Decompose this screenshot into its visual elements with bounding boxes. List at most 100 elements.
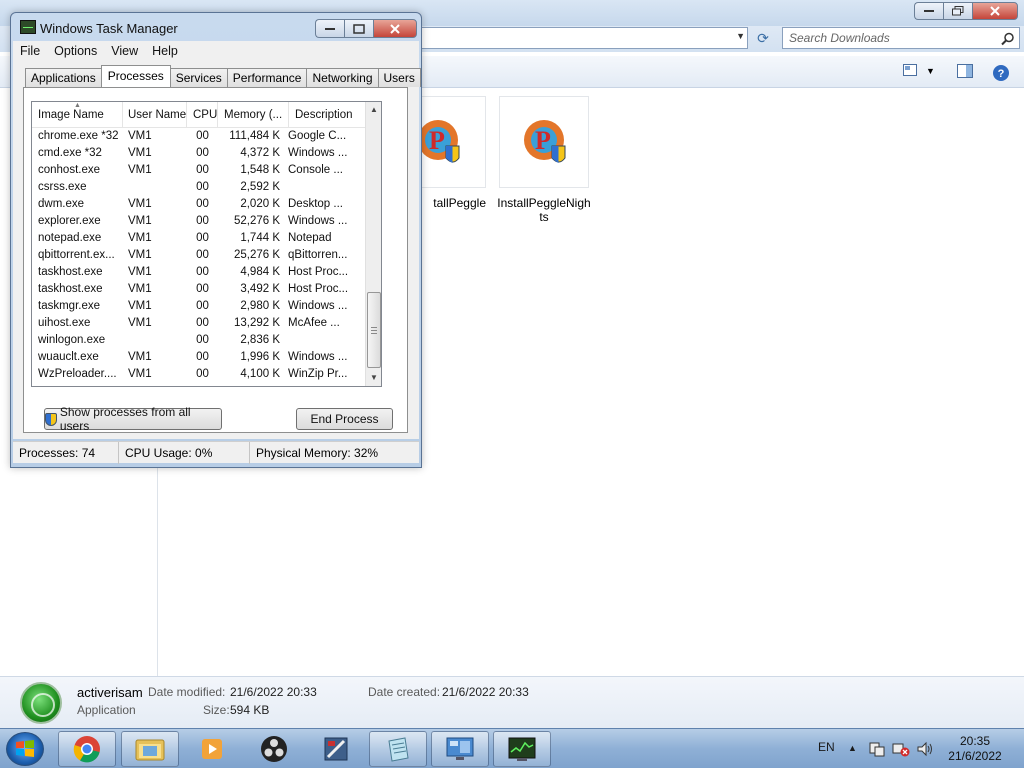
- obs-icon: [261, 736, 287, 762]
- process-name: dwm.exe: [38, 198, 85, 210]
- close-icon: [390, 23, 400, 34]
- column-label: Image Name: [38, 109, 104, 121]
- taskbar-obs-button[interactable]: [245, 731, 303, 767]
- column-image-name[interactable]: ▲ Image Name: [32, 102, 123, 128]
- file-name: InstallPeggleNights: [497, 196, 591, 224]
- tab-services[interactable]: Services: [169, 68, 228, 87]
- process-name: chrome.exe *32: [38, 130, 119, 142]
- chevron-down-icon[interactable]: ▼: [736, 31, 745, 41]
- tab-applications[interactable]: Applications: [25, 68, 102, 87]
- minimize-button[interactable]: [914, 2, 943, 20]
- svg-text:?: ?: [998, 68, 1005, 80]
- process-description: Google C...: [288, 130, 347, 142]
- tab-performance[interactable]: Performance: [226, 68, 308, 87]
- help-icon[interactable]: ?: [992, 64, 1010, 82]
- volume-icon[interactable]: [916, 741, 934, 757]
- process-memory: 1,744 K: [240, 232, 280, 244]
- show-all-processes-button[interactable]: Show processes from all users: [44, 405, 222, 433]
- maximize-button[interactable]: [344, 19, 373, 38]
- app-window-icon: [324, 737, 348, 761]
- restore-button[interactable]: [943, 2, 972, 20]
- column-memory[interactable]: Memory (...: [218, 102, 289, 128]
- process-memory: 111,484 K: [229, 130, 280, 142]
- taskbar-explorer-button[interactable]: [121, 731, 179, 767]
- menu-file[interactable]: File: [13, 44, 47, 58]
- taskbar-task-manager-button[interactable]: [493, 731, 551, 767]
- language-indicator[interactable]: EN: [818, 740, 835, 754]
- process-row[interactable]: conhost.exe VM1 00 1,548 K Console ...: [32, 162, 366, 179]
- scroll-down-icon[interactable]: ▼: [366, 370, 381, 386]
- tab-users[interactable]: Users: [377, 68, 421, 87]
- process-description: Windows ...: [288, 351, 348, 363]
- minimize-button[interactable]: [315, 19, 344, 38]
- process-row[interactable]: csrss.exe 00 2,592 K: [32, 179, 366, 196]
- process-cpu: 00: [196, 215, 209, 227]
- scrollbar-thumb[interactable]: [367, 292, 381, 368]
- close-button[interactable]: [373, 19, 417, 38]
- date-modified-label: Date modified:: [148, 685, 226, 699]
- process-user: [123, 332, 187, 349]
- taskbar-app-button[interactable]: [307, 731, 365, 767]
- taskbar-notepad-button[interactable]: [369, 731, 427, 767]
- close-button[interactable]: [972, 2, 1018, 20]
- column-user-name[interactable]: User Name: [123, 102, 187, 128]
- file-item[interactable]: P InstallPeggleNights: [496, 96, 592, 224]
- process-user: VM1: [128, 215, 152, 227]
- process-user: VM1: [128, 368, 152, 380]
- process-cpu: 00: [196, 130, 209, 142]
- tab-networking[interactable]: Networking: [306, 68, 379, 87]
- monitor-settings-icon: [446, 737, 474, 760]
- change-view-icon[interactable]: [903, 64, 917, 76]
- process-row[interactable]: taskmgr.exe VM1 00 2,980 K Windows ...: [32, 298, 366, 315]
- network-disconnected-icon[interactable]: [892, 741, 910, 757]
- show-hidden-icons-icon[interactable]: ▲: [848, 743, 857, 753]
- view-options-chevron-icon[interactable]: ▼: [926, 66, 935, 76]
- process-name: cmd.exe *32: [38, 147, 102, 159]
- taskbar-chrome-button[interactable]: [58, 731, 116, 767]
- end-process-button[interactable]: End Process: [296, 408, 393, 430]
- process-user: [123, 179, 187, 196]
- search-input[interactable]: Search Downloads: [782, 27, 1020, 49]
- restore-icon: [952, 6, 964, 16]
- taskbar-clock[interactable]: 20:35 21/6/2022: [940, 734, 1010, 764]
- action-center-flag-icon[interactable]: [868, 741, 886, 757]
- peggle-nights-icon: P: [499, 96, 589, 188]
- process-row[interactable]: cmd.exe *32 VM1 00 4,372 K Windows ...: [32, 145, 366, 162]
- taskbar: EN ▲ 20:35 21/6/2022: [0, 728, 1024, 768]
- process-memory: 4,984 K: [240, 266, 280, 278]
- scroll-up-icon[interactable]: ▲: [366, 102, 381, 118]
- taskbar-control-panel-button[interactable]: [431, 731, 489, 767]
- process-row[interactable]: notepad.exe VM1 00 1,744 K Notepad: [32, 230, 366, 247]
- menu-help[interactable]: Help: [145, 44, 185, 58]
- taskbar-media-player-button[interactable]: [183, 731, 241, 767]
- refresh-icon[interactable]: ⟳: [752, 29, 774, 47]
- process-row[interactable]: explorer.exe VM1 00 52,276 K Windows ...: [32, 213, 366, 230]
- start-button[interactable]: [6, 732, 44, 766]
- process-row[interactable]: chrome.exe *32 VM1 00 111,484 K Google C...: [32, 128, 366, 145]
- search-icon: [1001, 32, 1014, 46]
- caption-buttons: [315, 19, 417, 38]
- process-row[interactable]: uihost.exe VM1 00 13,292 K McAfee ...: [32, 315, 366, 332]
- menu-view[interactable]: View: [104, 44, 145, 58]
- file-type: Application: [77, 703, 136, 717]
- column-cpu[interactable]: CPU: [187, 102, 218, 128]
- process-memory: 2,592 K: [240, 181, 280, 193]
- process-row[interactable]: wuauclt.exe VM1 00 1,996 K Windows ...: [32, 349, 366, 366]
- process-row[interactable]: qbittorrent.ex... VM1 00 25,276 K qBittorren…: [32, 247, 366, 264]
- process-row[interactable]: WzPreloader.... VM1 00 4,100 K WinZip Pr...: [32, 366, 366, 383]
- process-name: explorer.exe: [38, 215, 101, 227]
- process-row[interactable]: taskhost.exe VM1 00 3,492 K Host Proc...: [32, 281, 366, 298]
- explorer-caption-buttons: [914, 2, 1018, 20]
- column-description[interactable]: Description: [289, 102, 366, 128]
- process-list[interactable]: ▲ Image Name User Name CPU Memory (... D…: [31, 101, 382, 387]
- process-row[interactable]: dwm.exe VM1 00 2,020 K Desktop ...: [32, 196, 366, 213]
- vertical-scrollbar[interactable]: ▲ ▼: [365, 102, 381, 386]
- process-description: Windows ...: [288, 147, 348, 159]
- preview-pane-icon[interactable]: [957, 64, 973, 78]
- address-field[interactable]: ▼: [410, 27, 748, 49]
- process-row[interactable]: winlogon.exe 00 2,836 K: [32, 332, 366, 349]
- process-description: Host Proc...: [288, 266, 349, 278]
- tab-processes[interactable]: Processes: [100, 65, 171, 87]
- menu-options[interactable]: Options: [47, 44, 104, 58]
- process-row[interactable]: taskhost.exe VM1 00 4,984 K Host Proc...: [32, 264, 366, 281]
